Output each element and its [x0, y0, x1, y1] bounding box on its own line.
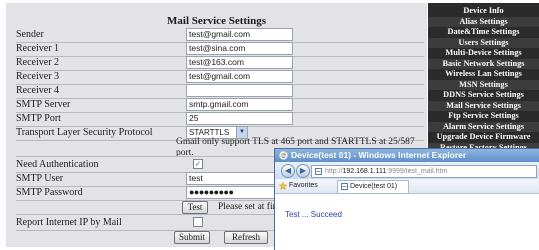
- ie-title-bar[interactable]: Device(test 01) - Windows Internet Explo…: [275, 149, 539, 162]
- ie-logo-icon: [279, 151, 288, 160]
- smtp-server-row: SMTP Server smtp.gmail.com: [16, 98, 424, 113]
- receiver3-label: Receiver 3: [16, 71, 60, 82]
- menu-item-ftp-service-settings[interactable]: Ftp Service Settings: [428, 111, 539, 122]
- menu-item-wireless-lan-settings[interactable]: Wireless Lan Settings: [428, 69, 539, 80]
- sender-input[interactable]: test@gmail.com: [186, 28, 293, 41]
- menu-item-datetime-settings[interactable]: Date&Time Settings: [428, 27, 539, 38]
- ie-navigation-bar: ◀ ▶ http://192.168.1.111:9999/test_mail.…: [275, 162, 539, 179]
- ie-window-title: Device(test 01) - Windows Internet Explo…: [291, 150, 467, 160]
- ie-tab-label: Device(test 01): [350, 183, 398, 190]
- receiver1-input[interactable]: test@sina.com: [186, 42, 293, 55]
- need-auth-checkbox[interactable]: ✓: [193, 159, 203, 169]
- back-icon[interactable]: ◀: [281, 164, 295, 178]
- tls-label: Transport Layer Security Protocol: [16, 127, 153, 138]
- smtp-user-label: SMTP User: [16, 173, 64, 184]
- smtp-port-input[interactable]: 25: [186, 112, 293, 125]
- receiver2-input[interactable]: test@163.com: [186, 56, 293, 69]
- test-button[interactable]: Test: [182, 201, 208, 214]
- refresh-button[interactable]: Refresh: [224, 231, 268, 244]
- report-ip-label: Report Internet IP by Mail: [16, 217, 122, 228]
- receiver3-input[interactable]: test@gmail.com: [186, 70, 293, 83]
- receiver2-row: Receiver 2 test@163.com: [16, 56, 424, 71]
- url-scheme: http://: [325, 168, 343, 175]
- receiver3-row: Receiver 3 test@gmail.com: [16, 70, 424, 85]
- url-path: :9999/test_mail.htm: [386, 168, 448, 175]
- menu-item-msn-settings[interactable]: MSN Settings: [428, 79, 539, 90]
- smtp-port-label: SMTP Port: [16, 113, 61, 124]
- tls-selected-value: STARTTLS: [189, 128, 230, 137]
- page-icon: [315, 168, 322, 175]
- menu-item-mail-service-settings[interactable]: Mail Service Settings: [428, 100, 539, 111]
- menu-item-alias-settings[interactable]: Alias Settings: [428, 16, 539, 27]
- smtp-port-row: SMTP Port 25: [16, 112, 424, 127]
- receiver4-input[interactable]: [186, 84, 293, 97]
- smtp-server-label: SMTP Server: [16, 99, 71, 110]
- receiver1-label: Receiver 1: [16, 43, 60, 54]
- sender-label: Sender: [16, 29, 44, 40]
- screenshot: Mail Service Settings Sender test@gmail.…: [0, 0, 539, 250]
- submit-button[interactable]: Submit: [174, 231, 210, 244]
- page-icon: [341, 183, 348, 190]
- checkmark-icon: ✓: [195, 160, 201, 168]
- menu-item-multi-device-settings[interactable]: Multi-Device Settings: [428, 48, 539, 59]
- menu-item-users-settings[interactable]: Users Settings: [428, 37, 539, 48]
- receiver2-label: Receiver 2: [16, 57, 60, 68]
- menu-item-ddns-service-settings[interactable]: DDNS Service Settings: [428, 90, 539, 101]
- favorites-button[interactable]: Favorites: [289, 179, 318, 193]
- ie-popup-window: Device(test 01) - Windows Internet Explo…: [274, 148, 539, 250]
- smtp-password-label: SMTP Password: [16, 187, 83, 198]
- receiver4-label: Receiver 4: [16, 85, 60, 96]
- menu-item-upgrade-device-firmware[interactable]: Upgrade Device Firmware: [428, 132, 539, 143]
- forward-icon[interactable]: ▶: [296, 164, 310, 178]
- need-auth-label: Need Authentication: [16, 159, 99, 170]
- panel-title: Mail Service Settings: [167, 15, 266, 27]
- ie-content-area: Test ... Succeed: [275, 194, 539, 250]
- receiver4-row: Receiver 4: [16, 84, 424, 99]
- ie-tab[interactable]: Device(test 01): [337, 180, 409, 194]
- url-host: 192.168.1.111: [342, 168, 387, 175]
- menu-item-basic-network-settings[interactable]: Basic Network Settings: [428, 58, 539, 69]
- ie-favorites-bar: Favorites Device(test 01): [275, 179, 539, 194]
- menu-item-device-info[interactable]: Device Info: [428, 6, 539, 17]
- favorites-star-icon[interactable]: [278, 181, 288, 191]
- report-ip-checkbox[interactable]: [193, 217, 203, 227]
- test-result-text: Test ... Succeed: [285, 210, 342, 219]
- ie-address-bar[interactable]: http://192.168.1.111:9999/test_mail.htm: [311, 165, 537, 178]
- menu-item-alarm-service-settings[interactable]: Alarm Service Settings: [428, 121, 539, 132]
- receiver1-row: Receiver 1 test@sina.com: [16, 42, 424, 57]
- ie-url: http://192.168.1.111:9999/test_mail.htm: [325, 166, 447, 177]
- smtp-server-input[interactable]: smtp.gmail.com: [186, 98, 293, 111]
- sender-row: Sender test@gmail.com: [16, 28, 424, 43]
